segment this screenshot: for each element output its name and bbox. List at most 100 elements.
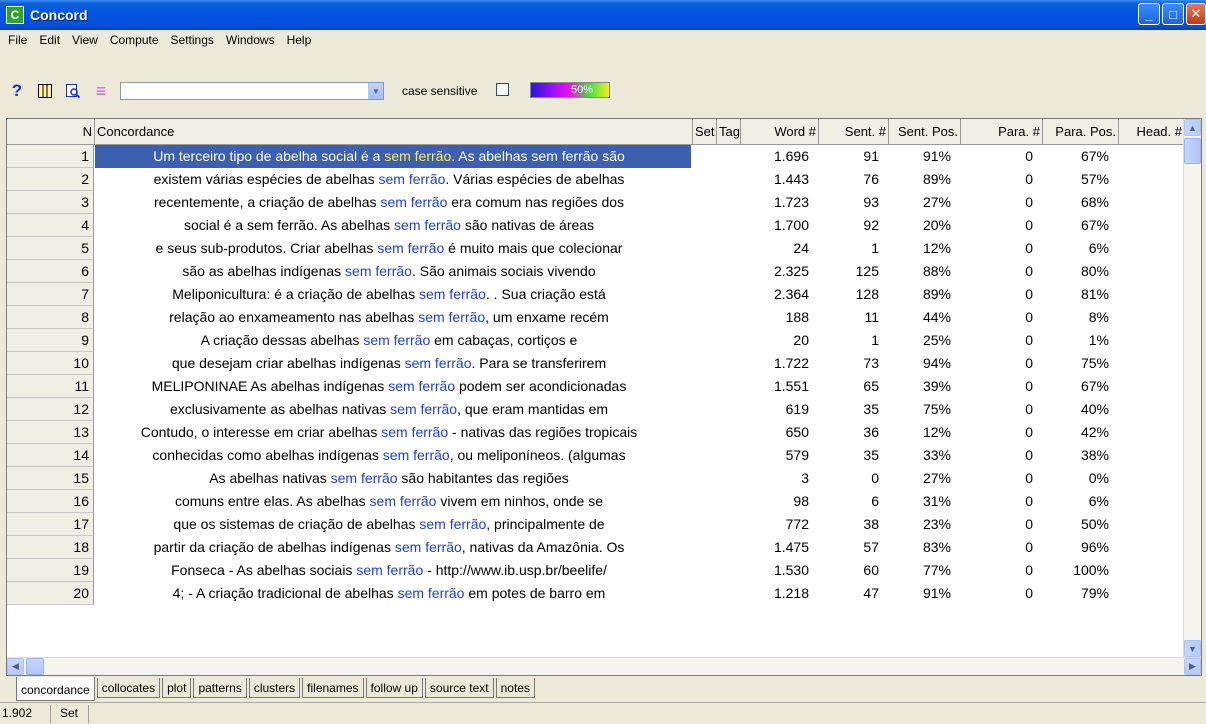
table-row[interactable]: 17 que os sistemas de criação de abelhas …: [7, 513, 1183, 536]
concordance-line[interactable]: e seus sub-produtos. Criar abelhas sem f…: [95, 237, 691, 260]
tab-plot[interactable]: plot: [162, 678, 192, 698]
header-para[interactable]: Para. #: [961, 119, 1043, 145]
tab-patterns[interactable]: patterns: [193, 678, 247, 698]
table-row[interactable]: 12 exclusivamente as abelhas nativas sem …: [7, 398, 1183, 421]
header-n[interactable]: N: [7, 119, 95, 145]
concordance-line[interactable]: MELIPONINAE As abelhas indígenas sem fer…: [95, 375, 691, 398]
concordance-line[interactable]: existem várias espécies de abelhas sem f…: [95, 168, 691, 191]
help-icon[interactable]: ?: [6, 80, 28, 102]
scroll-up-icon[interactable]: ▲: [1184, 119, 1201, 136]
search-hit: sem ferrão: [418, 309, 486, 325]
menu-edit[interactable]: Edit: [33, 31, 66, 49]
header-set[interactable]: Set: [693, 119, 717, 145]
horizontal-scroll-thumb[interactable]: [26, 658, 44, 675]
cell-paragraph-number: 0: [1025, 355, 1033, 371]
header-sent[interactable]: Sent. #: [819, 119, 889, 145]
table-row[interactable]: 16 comuns entre elas. As abelhas sem ferr…: [7, 490, 1183, 513]
vertical-scroll-thumb[interactable]: [1184, 138, 1201, 164]
table-row[interactable]: 5e seus sub-produtos. Criar abelhas sem …: [7, 237, 1183, 260]
table-row[interactable]: 2 existem várias espécies de abelhas sem …: [7, 168, 1183, 191]
tab-notes[interactable]: notes: [495, 678, 535, 698]
header-sent-pos[interactable]: Sent. Pos.: [889, 119, 961, 145]
concordance-line[interactable]: exclusivamente as abelhas nativas sem fe…: [95, 398, 691, 421]
concordance-line[interactable]: Meliponicultura: é a criação de abelhas …: [95, 283, 691, 306]
scroll-left-icon[interactable]: ◀: [7, 658, 24, 675]
concordance-line[interactable]: social é a sem ferrão. As abelhas sem fe…: [95, 214, 691, 237]
table-row[interactable]: 18 partir da criação de abelhas indígenas…: [7, 536, 1183, 559]
cell-paragraph-position: 6%: [1088, 240, 1109, 256]
menu-view[interactable]: View: [66, 31, 104, 49]
table-row[interactable]: 4 social é a sem ferrão. As abelhas sem f…: [7, 214, 1183, 237]
cell-word-number: 20: [793, 332, 809, 348]
table-row[interactable]: 11 MELIPONINAE As abelhas indígenas sem f…: [7, 375, 1183, 398]
cell-paragraph-number: 0: [1025, 378, 1033, 394]
tab-concordance[interactable]: concordance: [16, 677, 95, 701]
table-row[interactable]: 7 Meliponicultura: é a criação de abelhas…: [7, 283, 1183, 306]
table-row[interactable]: 3 recentemente, a criação de abelhas sem …: [7, 191, 1183, 214]
table-row[interactable]: 10 que desejam criar abelhas indígenas se…: [7, 352, 1183, 375]
grid-header: N Concordance Set Tag Word # Sent. # Sen…: [7, 119, 1201, 145]
cell-sentence-position: 88%: [922, 263, 951, 279]
concordance-line[interactable]: Contudo, o interesse em criar abelhas se…: [95, 421, 691, 444]
maximize-icon[interactable]: □: [1162, 3, 1184, 25]
table-row[interactable]: 9A criação dessas abelhas sem ferrão em …: [7, 329, 1183, 352]
concordance-line[interactable]: As abelhas nativas sem ferrão são habita…: [95, 467, 691, 490]
concordance-line[interactable]: Fonseca - As abelhas sociais sem ferrão …: [95, 559, 691, 582]
concordance-line[interactable]: que os sistemas de criação de abelhas se…: [95, 513, 691, 536]
cell-sentence-position: 39%: [922, 378, 951, 394]
table-row[interactable]: 8 relação ao enxameamento nas abelhas sem…: [7, 306, 1183, 329]
case-sensitive-checkbox[interactable]: [496, 83, 509, 96]
menu-help[interactable]: Help: [281, 31, 318, 49]
header-tag[interactable]: Tag: [717, 119, 741, 145]
cell-word-number: 24: [793, 240, 809, 256]
header-word[interactable]: Word #: [741, 119, 819, 145]
scroll-right-icon[interactable]: ▶: [1184, 658, 1201, 675]
tab-clusters[interactable]: clusters: [248, 678, 301, 698]
menu-windows[interactable]: Windows: [220, 31, 281, 49]
concordance-line[interactable]: que desejam criar abelhas indígenas sem …: [95, 352, 691, 375]
context-left: e seus sub-produtos. Criar abelhas: [155, 240, 378, 256]
table-row[interactable]: 19 Fonseca - As abelhas sociais sem ferrã…: [7, 559, 1183, 582]
cell-paragraph-number: 0: [1025, 171, 1033, 187]
concordance-line[interactable]: são as abelhas indígenas sem ferrão. São…: [95, 260, 691, 283]
search-combo[interactable]: ▼: [120, 82, 384, 100]
concordance-line[interactable]: recentemente, a criação de abelhas sem f…: [95, 191, 691, 214]
tab-filenames[interactable]: filenames: [302, 678, 364, 698]
header-concordance[interactable]: Concordance: [95, 119, 693, 145]
scroll-down-icon[interactable]: ▼: [1184, 640, 1201, 657]
concordance-line[interactable]: comuns entre elas. As abelhas sem ferrão…: [95, 490, 691, 513]
vertical-scrollbar[interactable]: ▲ ▼: [1183, 119, 1201, 657]
columns-icon[interactable]: [34, 80, 56, 102]
cell-sentence-position: 33%: [922, 447, 951, 463]
tab-source-text[interactable]: source text: [424, 678, 494, 698]
cell-sentence-position: 89%: [922, 286, 951, 302]
header-head[interactable]: Head. #: [1119, 119, 1185, 145]
menu-compute[interactable]: Compute: [104, 31, 165, 49]
horizontal-scrollbar[interactable]: ◀ ▶: [7, 657, 1201, 675]
concordance-line[interactable]: Um terceiro tipo de abelha social é a se…: [95, 145, 691, 168]
concordance-line[interactable]: conhecidas como abelhas indígenas sem fe…: [95, 444, 691, 467]
table-row[interactable]: 1 Um terceiro tipo de abelha social é a s…: [7, 145, 1183, 168]
menu-file[interactable]: File: [2, 31, 33, 49]
concordance-line[interactable]: relação ao enxameamento nas abelhas sem …: [95, 306, 691, 329]
tab-collocates[interactable]: collocates: [96, 678, 161, 698]
minimize-icon[interactable]: _: [1138, 3, 1160, 25]
context-left: Contudo, o interesse em criar abelhas: [140, 424, 382, 440]
concordance-line[interactable]: 4; - A criação tradicional de abelhas se…: [95, 582, 691, 605]
table-row[interactable]: 6 são as abelhas indígenas sem ferrão. Sã…: [7, 260, 1183, 283]
table-row[interactable]: 15 As abelhas nativas sem ferrão são habi…: [7, 467, 1183, 490]
concord-app-icon[interactable]: C: [6, 6, 24, 24]
concordance-line[interactable]: A criação dessas abelhas sem ferrão em c…: [95, 329, 691, 352]
close-icon[interactable]: ✕: [1186, 3, 1206, 25]
table-row[interactable]: 13 Contudo, o interesse em criar abelhas …: [7, 421, 1183, 444]
concordance-line[interactable]: partir da criação de abelhas indígenas s…: [95, 536, 691, 559]
table-row[interactable]: 20 4; - A criação tradicional de abelhas …: [7, 582, 1183, 605]
search-icon[interactable]: [62, 80, 84, 102]
search-value[interactable]: [121, 83, 368, 99]
menu-settings[interactable]: Settings: [165, 31, 220, 49]
table-row[interactable]: 14 conhecidas como abelhas indígenas sem …: [7, 444, 1183, 467]
header-para-pos[interactable]: Para. Pos.: [1043, 119, 1119, 145]
chevron-down-icon[interactable]: ▼: [368, 83, 383, 99]
tab-follow-up[interactable]: follow up: [365, 678, 423, 698]
lines-icon[interactable]: ≡: [90, 80, 112, 102]
